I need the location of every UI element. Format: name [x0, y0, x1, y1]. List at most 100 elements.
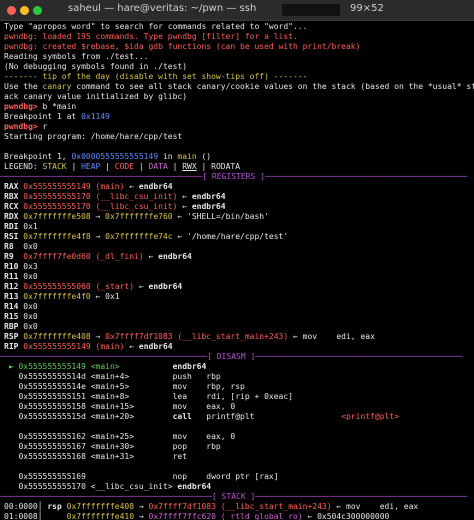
text-segment: rdi, [rip + 0xeac] [206, 392, 293, 401]
text-segment: → [90, 232, 106, 241]
text-segment: 0x0 [23, 312, 38, 321]
text-segment: Use the [4, 82, 43, 91]
text-segment: 0x7ffff7df1083 (__libc_start_main+243) [148, 502, 332, 511]
text-segment: RBP [4, 322, 24, 331]
register-row: RBP 0x0 [4, 322, 38, 332]
text-segment: R10 [4, 262, 24, 271]
text-segment: | [167, 162, 183, 171]
output-line: ack canary value initialized by glibc) [4, 92, 187, 102]
disasm-header: ────────────────────────────────────────… [0, 352, 463, 361]
output-line: Starting program: /home/hare/cpp/test [4, 132, 182, 142]
text-segment: ► [4, 362, 19, 371]
text-segment: 0x1 [23, 222, 38, 231]
text-segment: | RODATA [196, 162, 241, 171]
stack-row: 01:0008│ 0x7fffffffe410 → 0x7ffff7ffc620… [4, 512, 389, 520]
output-line: Breakpoint 1, 0x0000555555555149 in main… [4, 152, 211, 162]
stack-header: ────────────────────────────────────────… [0, 492, 468, 501]
text-segment: endbr64 [148, 282, 183, 291]
text-segment: endbr64 [138, 342, 173, 351]
text-segment: DATA [148, 162, 168, 171]
zoom-button[interactable] [33, 6, 42, 15]
window-title: saheul — hare@veritas: ~/pwn — ssh [68, 3, 257, 14]
text-segment: in [158, 152, 178, 161]
text-segment: endbr64 [158, 252, 192, 261]
text-segment: ------- tip of the day (disable with set… [4, 72, 308, 81]
text-segment: 0x7ffff7ffc620 (_rtld_global_ro) [148, 512, 303, 520]
text-segment: 0x7ffff7df1083 (__libc_start_main+243) [105, 332, 289, 341]
redacted-block [282, 4, 340, 16]
text-segment: 0x555555555149 <main> [18, 362, 173, 371]
text-segment: canary [42, 82, 72, 91]
text-segment: mov edi, eax [302, 332, 375, 341]
text-segment: mov [172, 402, 207, 411]
text-segment: rsp [47, 502, 67, 511]
text-segment: | [134, 162, 149, 171]
title-bar[interactable]: saheul — hare@veritas: ~/pwn — ssh 99×52 [0, 0, 474, 21]
text-segment: | [100, 162, 115, 171]
text-segment: Reading symbols from ./test... [4, 52, 149, 61]
text-segment: ← [288, 332, 303, 341]
text-segment: endbr64 [172, 362, 207, 371]
disasm-row: 0x555555555168 <main+31> ret [4, 452, 187, 462]
disasm-row: 0x555555555158 <main+15> mov eax, 0 [4, 402, 235, 412]
text-segment: 0x555555555149 (main) [23, 182, 125, 191]
text-segment: pop [172, 442, 207, 451]
close-button[interactable] [7, 6, 16, 15]
register-row: RDI 0x1 [4, 222, 38, 232]
output-line: pwndbg> b *main [4, 102, 76, 112]
register-row: RCX 0x555555555170 (__libc_csu_init) ← e… [4, 202, 226, 212]
text-segment: Starting program: /home/hare/cpp/test [4, 132, 183, 141]
text-segment: 0x7fffffffe508 [23, 212, 91, 221]
text-segment: 0x3 [23, 262, 38, 271]
text-segment: 01:0008│ [4, 512, 67, 520]
text-segment: → [134, 512, 149, 520]
text-segment: main [177, 152, 197, 161]
text-segment: ← [124, 182, 139, 191]
text-segment: endbr64 [177, 482, 212, 491]
text-segment: Type "apropos word" to search for comman… [4, 22, 308, 31]
text-segment: ← [143, 252, 159, 261]
text-segment: 0x7fffffffe408 [66, 502, 135, 511]
register-row: R14 0x0 [4, 302, 38, 312]
text-segment: eax, 0 [206, 432, 236, 441]
register-row: R10 0x3 [4, 262, 38, 272]
register-row: RAX 0x555555555149 (main) ← endbr64 [4, 182, 173, 192]
text-segment: ← [177, 202, 192, 211]
minimize-button[interactable] [20, 6, 29, 15]
text-segment: 0x555555555170 (__libc_csu_init) [23, 202, 178, 211]
text-segment: 0x555555555162 <main+25> [4, 432, 173, 441]
text-segment: 0x555555555169 [4, 472, 173, 481]
text-segment: 00:0000│ [4, 502, 48, 511]
text-segment: RAX [4, 182, 24, 191]
register-row: R11 0x0 [4, 272, 38, 282]
text-segment: 0x1149 [81, 112, 110, 121]
text-segment: printf@plt [206, 412, 342, 421]
text-segment: 0x555555555167 <main+30> [4, 442, 173, 451]
text-segment: mov [172, 432, 207, 441]
text-segment: b *main [42, 102, 77, 111]
text-segment: R11 [4, 272, 24, 281]
register-row: R9 0x7ffff7fe0d60 (_dl_fini) ← endbr64 [4, 252, 192, 262]
output-line: Reading symbols from ./test... [4, 52, 149, 62]
output-line: LEGEND: STACK | HEAP | CODE | DATA | RWX… [4, 162, 240, 172]
disasm-row: 0x555555555151 <main+8> lea rdi, [rip + … [4, 392, 293, 402]
output-line: Breakpoint 1 at 0x1149 [4, 112, 110, 122]
text-segment: STACK [42, 162, 67, 171]
text-segment: RSP [4, 332, 24, 341]
text-segment: ← 0x1 [90, 292, 120, 301]
text-segment: R15 [4, 312, 24, 321]
register-row: RIP 0x555555555149 (main) ← endbr64 [4, 342, 173, 352]
text-segment: RSI [4, 232, 24, 241]
text-segment: HEAP [81, 162, 101, 171]
text-segment: mov edi, eax [346, 502, 419, 511]
text-segment: 0x55555555515d <main+20> [4, 412, 173, 421]
output-line: (No debugging symbols found in ./test) [4, 62, 187, 72]
register-row: R13 0x7fffffffe4f0 ← 0x1 [4, 292, 120, 302]
registers-header: ────────────────────────────────────────… [0, 172, 468, 181]
text-segment: 0x0 [23, 242, 38, 251]
text-segment: call [172, 412, 207, 421]
text-segment: ← [124, 342, 139, 351]
terminal-output[interactable]: Type "apropos word" to search for comman… [0, 20, 474, 520]
disasm-row: 0x55555555515d <main+20> call printf@plt… [4, 412, 399, 422]
text-segment: → [90, 332, 106, 341]
